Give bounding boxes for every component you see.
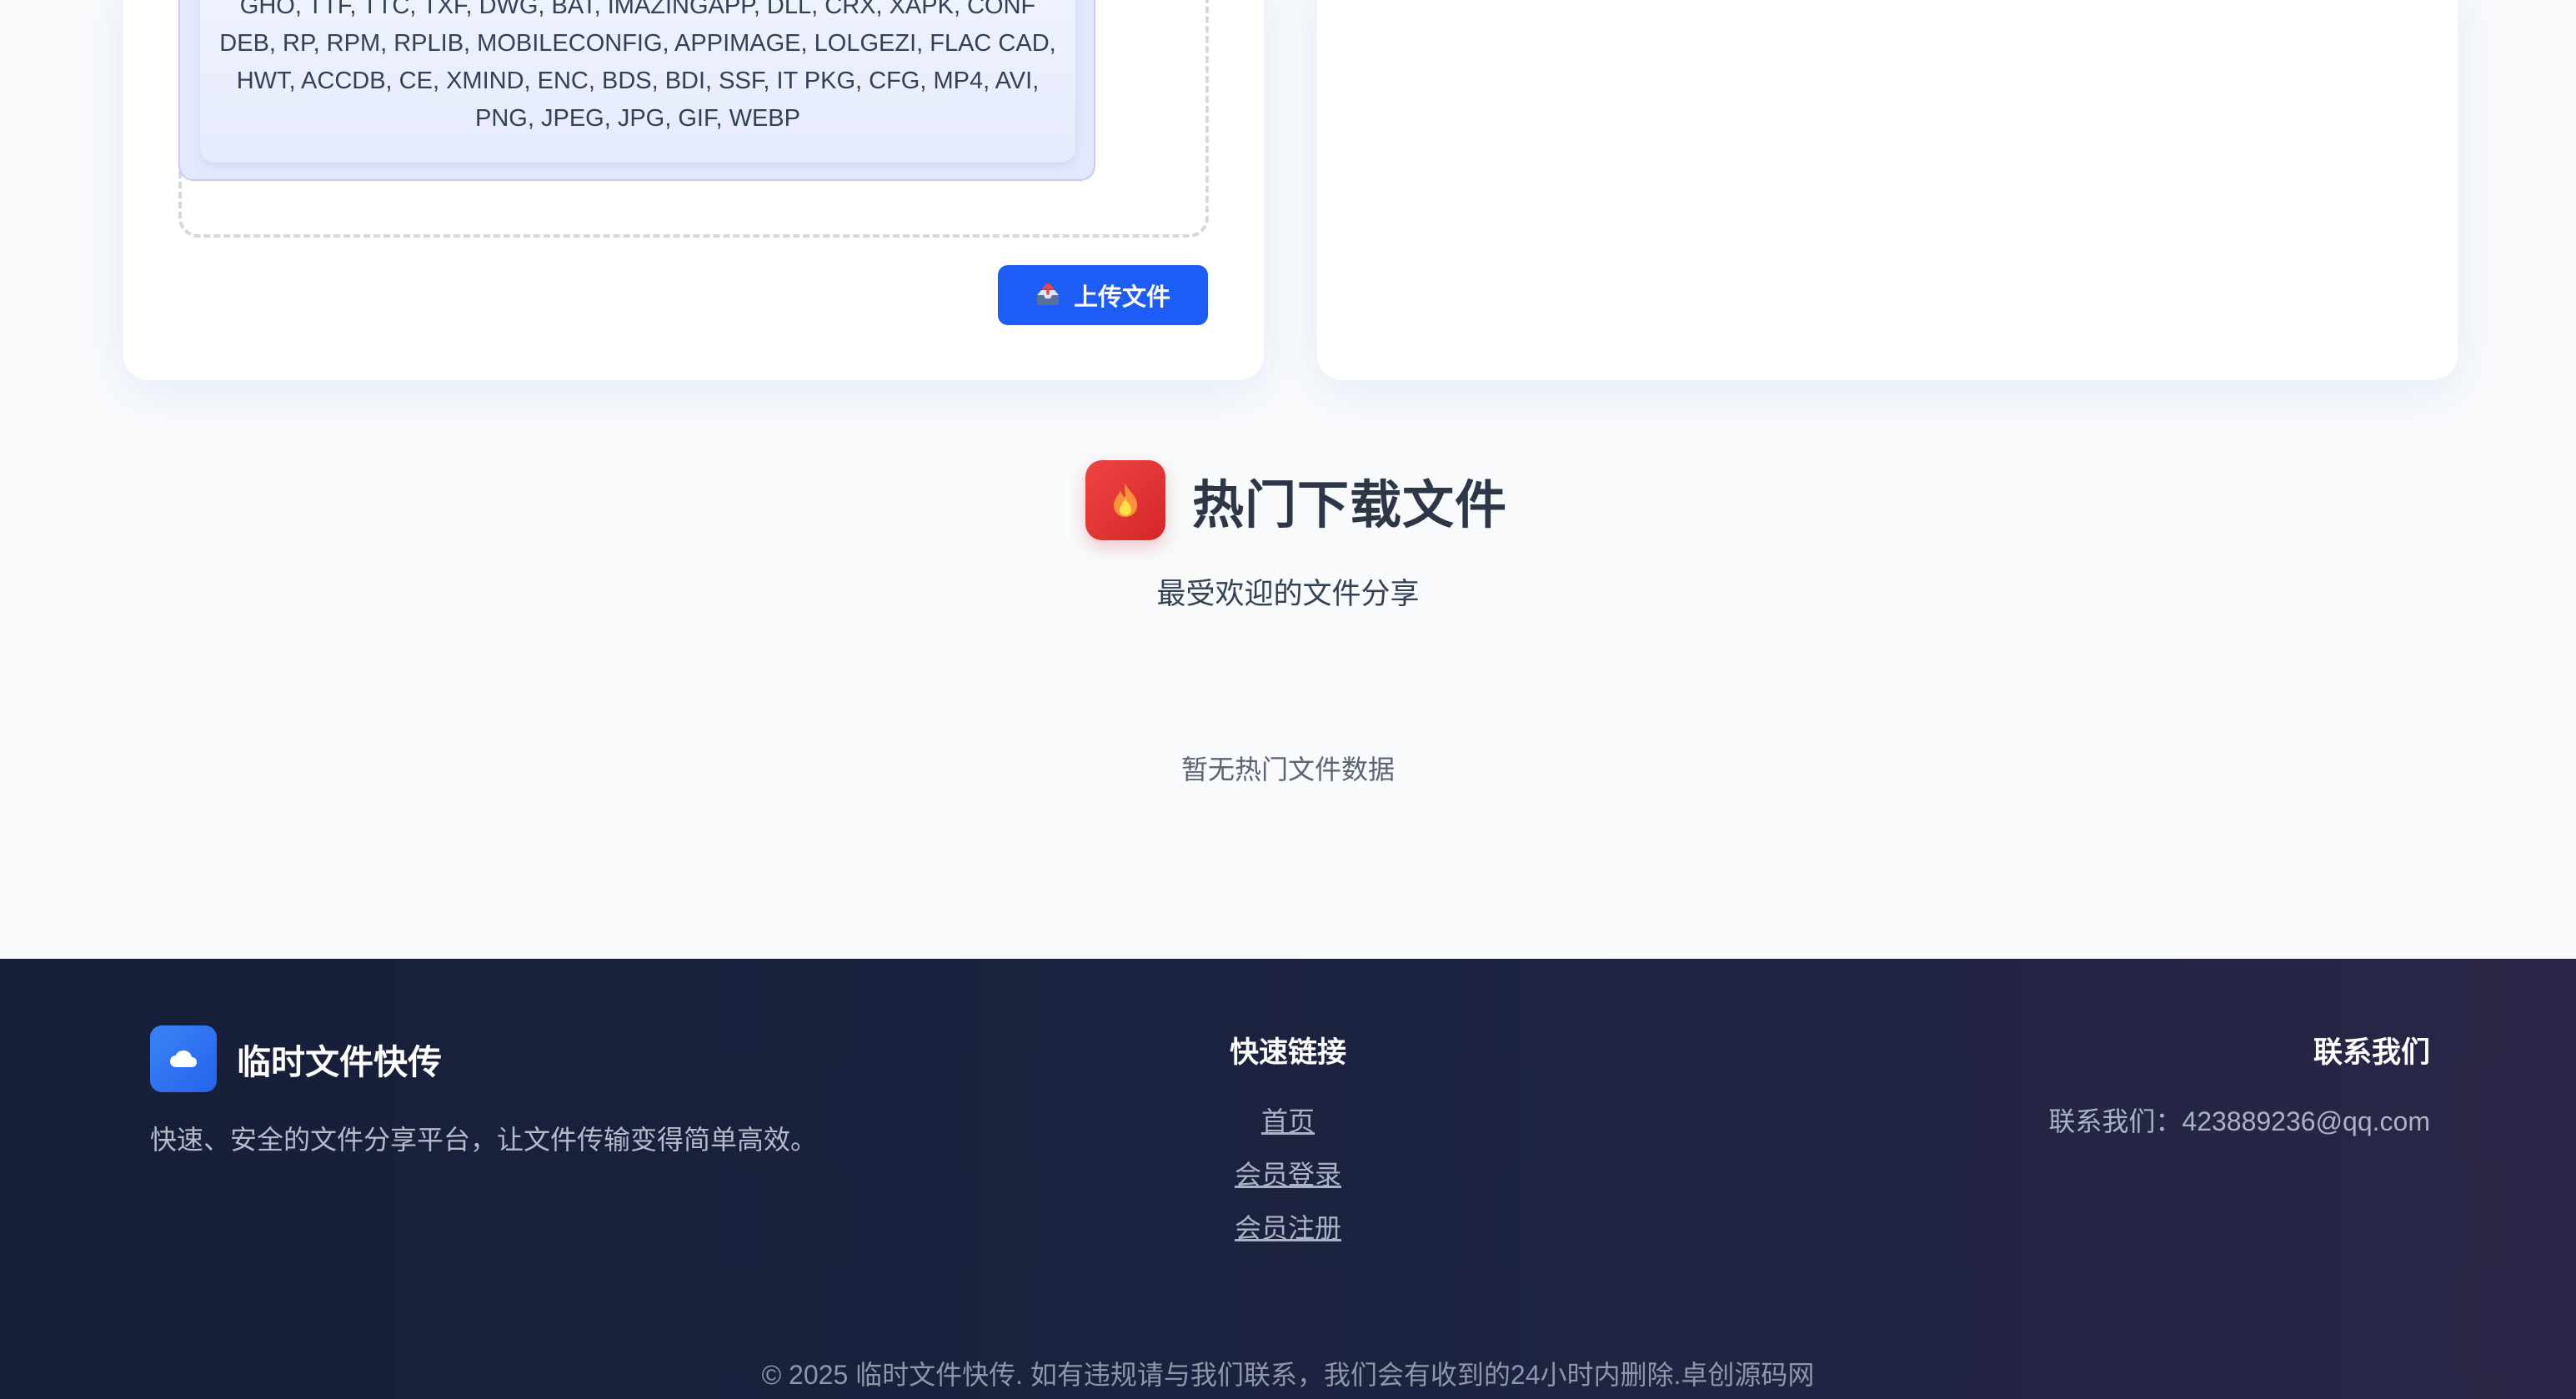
contact-email: 联系我们：423889236@qq.com: [2048, 1106, 2430, 1136]
hot-files-title: 热门下载文件: [1192, 477, 1508, 534]
formats-line: HWT, ACCDB, CE, XMIND, ENC, BDS, BDI, SS…: [236, 68, 1040, 94]
cloud-icon: [150, 1025, 217, 1092]
fire-icon: [1085, 460, 1165, 540]
upload-button-label: 上传文件: [1073, 284, 1170, 311]
footer-link-login[interactable]: 会员登录: [1142, 1154, 1434, 1192]
supported-formats-list: GHO, TTF, TTC, TXF, DWG, BAT, IMAZINGAPP…: [200, 0, 1075, 163]
hot-files-empty-message: 暂无热门文件数据: [1180, 755, 1395, 785]
formats-line: PNG, JPEG, JPG, GIF, WEBP: [475, 105, 800, 132]
quick-links-title: 快速链接: [1229, 1036, 1346, 1069]
formats-line: DEB, RP, RPM, RPLIB, MOBILECONFIG, APPIM…: [219, 30, 1056, 57]
site-footer: 临时文件快传 快速、安全的文件分享平台，让文件传输变得简单高效。 快速链接 首页…: [0, 959, 2576, 1399]
footer-link-home[interactable]: 首页: [1142, 1101, 1434, 1139]
footer-brand-description: 快速、安全的文件分享平台，让文件传输变得简单高效。: [150, 1125, 818, 1155]
hot-files-subtitle: 最受欢迎的文件分享: [1156, 578, 1420, 610]
supported-formats-box: GHO, TTF, TTC, TXF, DWG, BAT, IMAZINGAPP…: [178, 0, 1095, 181]
upload-file-button[interactable]: 上传文件: [998, 265, 1208, 325]
contact-title: 联系我们: [2313, 1036, 2430, 1069]
file-info-card: [1317, 0, 2458, 380]
hot-files-header: 热门下载文件: [1085, 460, 1507, 540]
upload-card: GHO, TTF, TTC, TXF, DWG, BAT, IMAZINGAPP…: [123, 0, 1264, 380]
footer-link-register[interactable]: 会员注册: [1142, 1207, 1434, 1246]
inbox-upload-icon: [1035, 283, 1060, 307]
footer-copyright: © 2025 临时文件快传. 如有违规请与我们联系，我们会有收到的24小时内删除…: [761, 1360, 1815, 1390]
footer-brand: 临时文件快传: [150, 1025, 442, 1092]
formats-line: GHO, TTF, TTC, TXF, DWG, BAT, IMAZINGAPP…: [239, 0, 1036, 19]
footer-brand-name: 临时文件快传: [237, 1043, 442, 1081]
